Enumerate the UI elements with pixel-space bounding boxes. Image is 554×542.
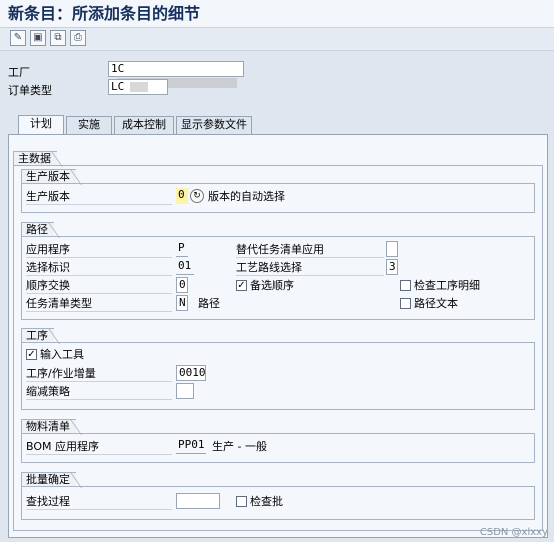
- window-title: 新条目：所添加条目的细节: [0, 0, 554, 28]
- routing-title: 路径: [21, 222, 54, 237]
- plant-field[interactable]: 1C: [108, 61, 244, 88]
- copy-icon[interactable]: ⧉: [50, 30, 66, 46]
- alt-sequence-checkbox[interactable]: ✓: [236, 280, 247, 291]
- routing-application-input[interactable]: P: [176, 241, 188, 257]
- tab-display-profile[interactable]: 显示参数文件: [176, 116, 252, 134]
- input-tools-checkbox[interactable]: ✓: [26, 349, 37, 360]
- plant-label: 工厂: [8, 66, 30, 79]
- routing-selection-label: 工艺路线选择: [236, 261, 384, 276]
- routing-text-label: 路径文本: [414, 297, 458, 310]
- routing-selection-input[interactable]: 3: [386, 259, 398, 275]
- application-toolbar: ✎ ▣ ⧉ ⎙: [0, 28, 554, 51]
- order-type-label: 订单类型: [8, 84, 52, 97]
- plant-value: 1C: [111, 62, 125, 75]
- order-type-field[interactable]: LC: [108, 79, 168, 95]
- search-procedure-label: 查找过程: [26, 495, 172, 510]
- operation-increment-label: 工序/作业增量: [26, 367, 172, 382]
- selection-id-label: 选择标识: [26, 261, 172, 276]
- task-list-type-desc: 路径: [198, 297, 220, 310]
- bom-application-label: BOM 应用程序: [26, 440, 172, 455]
- production-version-desc: 版本的自动选择: [208, 190, 285, 203]
- main-data-title: 主数据: [13, 151, 57, 166]
- bom-application-desc: 生产 - 一般: [212, 440, 267, 453]
- production-version-input[interactable]: 0: [176, 188, 188, 204]
- scrap-strategy-label: 缩减策略: [26, 385, 172, 400]
- task-list-type-label: 任务清单类型: [26, 297, 172, 312]
- tab-plan[interactable]: 计划: [18, 115, 64, 134]
- bom-title: 物料清单: [21, 419, 76, 434]
- operation-group: ✓ 输入工具 工序/作业增量 0010 缩减策略: [21, 342, 535, 410]
- alt-sequence-label: 备选顺序: [250, 279, 294, 292]
- tab-panel: 主数据 生产版本 生产版本 0 ↻ 版本的自动选择 路径 应用程序 P 选择标识…: [8, 134, 548, 538]
- input-tools-label: 输入工具: [40, 348, 84, 361]
- batch-title: 批量确定: [21, 472, 76, 487]
- check-batch-label: 检查批: [250, 495, 283, 508]
- production-version-title: 生产版本: [21, 169, 76, 184]
- bom-group: BOM 应用程序 PP01 生产 - 一般: [21, 433, 535, 463]
- production-version-group: 生产版本 0 ↻ 版本的自动选择: [21, 183, 535, 213]
- selection-id-input[interactable]: 01: [176, 259, 194, 275]
- bom-application-input[interactable]: PP01: [176, 438, 206, 454]
- routing-text-checkbox[interactable]: [400, 298, 411, 309]
- task-list-type-input[interactable]: N: [176, 295, 188, 311]
- alt-task-list-label: 替代任务清单应用: [236, 243, 384, 258]
- save-variant-icon[interactable]: ▣: [30, 30, 46, 46]
- alt-task-list-input[interactable]: [386, 241, 398, 257]
- check-operation-detail-label: 检查工序明细: [414, 279, 480, 292]
- routing-application-label: 应用程序: [26, 243, 172, 258]
- routing-group: 应用程序 P 选择标识 01 顺序交换 0 任务清单类型 N 路径 替代任务清单…: [21, 236, 535, 320]
- possible-entries-icon[interactable]: ↻: [190, 189, 204, 203]
- tab-cost-control[interactable]: 成本控制: [114, 116, 174, 134]
- edit-icon[interactable]: ✎: [10, 30, 26, 46]
- operation-title: 工序: [21, 328, 54, 343]
- print-icon[interactable]: ⎙: [70, 30, 86, 46]
- order-type-value: LC: [111, 80, 125, 93]
- redacted-text: [130, 82, 149, 92]
- watermark: CSDN @xlxxy: [479, 527, 548, 538]
- operation-increment-input[interactable]: 0010: [176, 365, 206, 381]
- search-procedure-input[interactable]: [176, 493, 220, 509]
- check-batch-checkbox[interactable]: [236, 496, 247, 507]
- tab-execution[interactable]: 实施: [66, 116, 112, 134]
- sequence-exchange-label: 顺序交换: [26, 279, 172, 294]
- batch-group: 查找过程 检查批: [21, 486, 535, 520]
- check-operation-detail-checkbox[interactable]: [400, 280, 411, 291]
- scrap-strategy-input[interactable]: [176, 383, 194, 399]
- production-version-label: 生产版本: [26, 190, 172, 205]
- sequence-exchange-input[interactable]: 0: [176, 277, 188, 293]
